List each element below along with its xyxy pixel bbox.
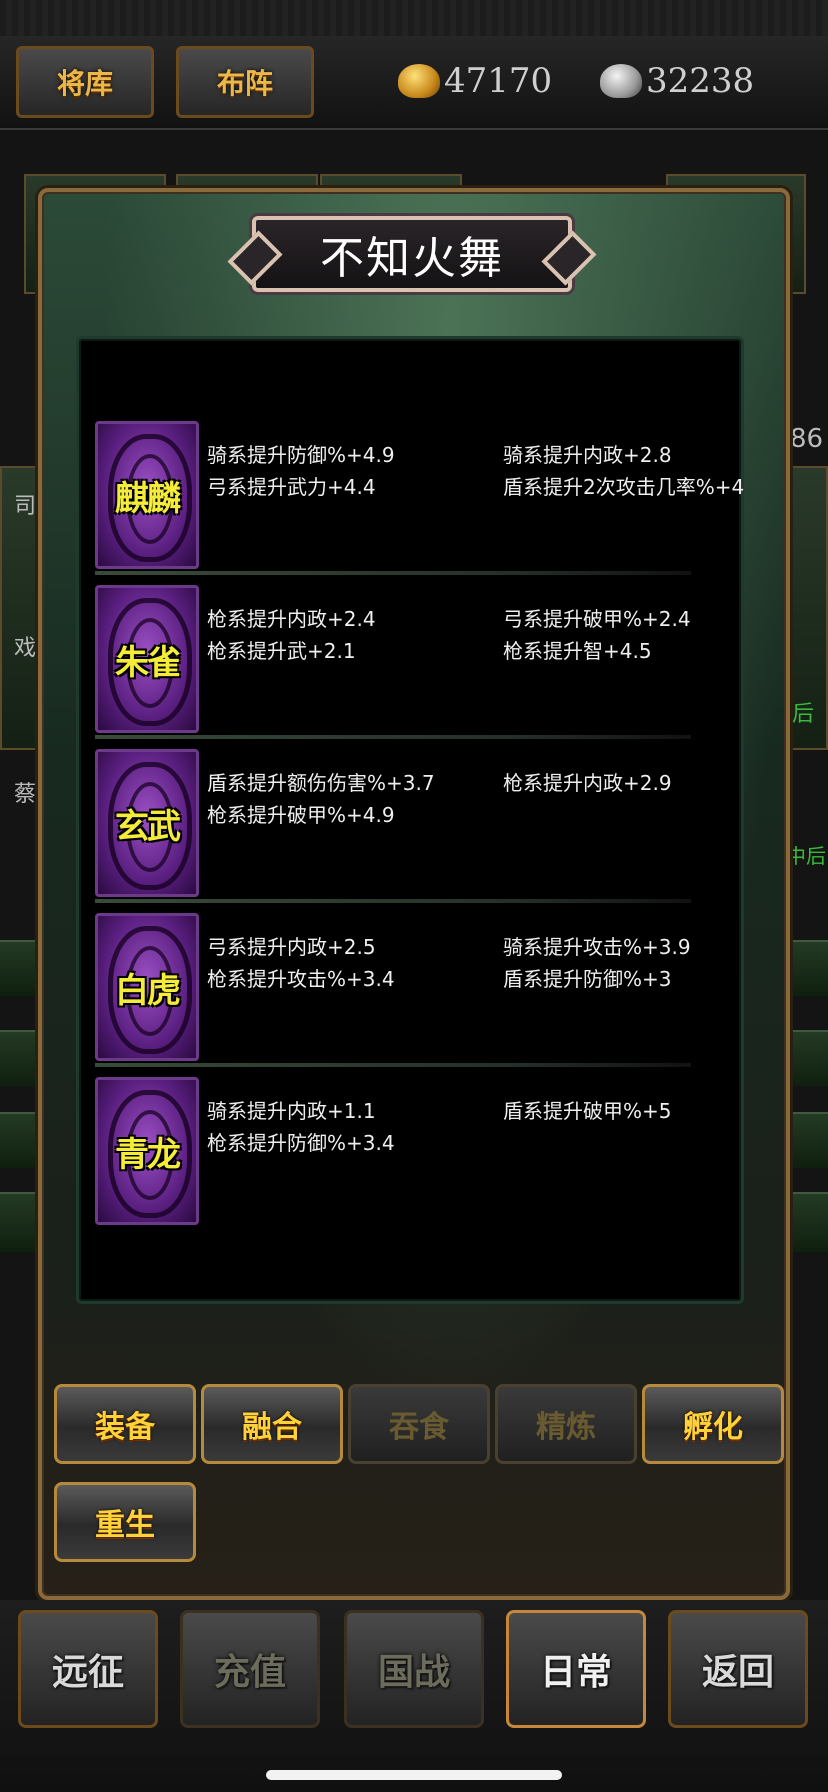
attribute-text: 枪系提升内政+2.4 [207, 607, 376, 631]
attribute-text: 骑系提升内政+1.1 [207, 1099, 376, 1123]
white-tiger-emblem-icon[interactable]: 白虎 [95, 913, 199, 1061]
vermilion-bird-emblem-icon[interactable]: 朱雀 [95, 585, 199, 733]
background-text: 蔡 [14, 782, 37, 807]
attribute-text: 盾系提升破甲%+5 [503, 1099, 672, 1123]
rebirth-button[interactable]: 重生 [54, 1482, 196, 1562]
recharge-button[interactable]: 充值 [180, 1610, 320, 1728]
attribute-text: 枪系提升内政+2.9 [503, 771, 672, 795]
nation-war-button[interactable]: 国战 [344, 1610, 484, 1728]
background-text: 戏 [14, 636, 37, 661]
azure-dragon-emblem-icon[interactable]: 青龙 [95, 1077, 199, 1225]
attribute-text: 弓系提升武力+4.4 [207, 475, 376, 499]
emblem-label: 朱雀 [115, 642, 181, 683]
list-item: 白虎 弓系提升内政+2.5 骑系提升攻击%+3.9 枪系提升攻击%+3.4 盾系… [95, 899, 691, 1067]
attribute-text: 枪系提升武+2.1 [207, 639, 356, 663]
gold-amount: 47170 [444, 61, 553, 101]
qilin-emblem-icon[interactable]: 麒麟 [95, 421, 199, 569]
fuse-button[interactable]: 融合 [201, 1384, 343, 1464]
list-item: 朱雀 枪系提升内政+2.4 弓系提升破甲%+2.4 枪系提升武+2.1 枪系提升… [95, 571, 691, 739]
emblem-label: 青龙 [115, 1134, 181, 1175]
dialog-title: 不知火舞 [320, 233, 504, 284]
emblem-label: 玄武 [115, 806, 181, 847]
attribute-text: 盾系提升防御%+3 [503, 967, 672, 991]
attribute-text: 枪系提升智+4.5 [503, 639, 652, 663]
attribute-text: 枪系提升防御%+3.4 [207, 1131, 395, 1155]
devour-button[interactable]: 吞食 [348, 1384, 490, 1464]
list-item: 麒麟 骑系提升防御%+4.9 骑系提升内政+2.8 弓系提升武力+4.4 盾系提… [95, 415, 744, 575]
background-text: 后 [792, 702, 815, 727]
silver-ingot-icon [600, 64, 642, 98]
gold-ingot-icon [398, 64, 440, 98]
attribute-text: 枪系提升攻击%+3.4 [207, 967, 395, 991]
list-item: 青龙 骑系提升内政+1.1 盾系提升破甲%+5 枪系提升防御%+3.4 [95, 1063, 691, 1231]
background-text: 86 [790, 424, 824, 454]
top-bar: 将库 布阵 47170 32238 [0, 36, 828, 130]
attribute-text: 枪系提升破甲%+4.9 [207, 803, 395, 827]
formation-button[interactable]: 布阵 [176, 46, 314, 118]
attribute-text: 盾系提升2次攻击几率%+4 [503, 475, 745, 499]
attribute-text: 弓系提升破甲%+2.4 [503, 607, 691, 631]
attribute-text: 弓系提升内政+2.5 [207, 935, 376, 959]
generals-button[interactable]: 将库 [16, 46, 154, 118]
home-indicator[interactable] [266, 1770, 562, 1780]
expedition-button[interactable]: 远征 [18, 1610, 158, 1728]
attribute-text: 骑系提升攻击%+3.9 [503, 935, 691, 959]
list-item: 玄武 盾系提升额伤伤害%+3.7 枪系提升内政+2.9 枪系提升破甲%+4.9 [95, 735, 691, 903]
title-plate: 不知火舞 [252, 216, 572, 292]
hatch-button[interactable]: 孵化 [642, 1384, 784, 1464]
daily-button[interactable]: 日常 [506, 1610, 646, 1728]
background-top-strip [0, 0, 828, 36]
attribute-list[interactable]: 麒麟 骑系提升防御%+4.9 骑系提升内政+2.8 弓系提升武力+4.4 盾系提… [76, 336, 744, 1304]
detail-dialog: 不知火舞 麒麟 骑系提升防御%+4.9 骑系提升内政+2.8 弓系提升武力+4.… [38, 188, 790, 1600]
silver-amount: 32238 [646, 61, 755, 101]
back-button[interactable]: 返回 [668, 1610, 808, 1728]
attribute-text: 骑系提升内政+2.8 [503, 443, 672, 467]
background-text: 中后 [786, 844, 826, 868]
gold-currency: 47170 [398, 56, 552, 106]
silver-currency: 32238 [600, 56, 754, 106]
black-tortoise-emblem-icon[interactable]: 玄武 [95, 749, 199, 897]
emblem-label: 白虎 [115, 970, 181, 1011]
bottom-nav: 远征 充值 国战 日常 返回 [0, 1600, 828, 1792]
emblem-label: 麒麟 [115, 478, 181, 519]
refine-button[interactable]: 精炼 [495, 1384, 637, 1464]
equip-button[interactable]: 装备 [54, 1384, 196, 1464]
attribute-text: 盾系提升额伤伤害%+3.7 [207, 771, 435, 795]
background-text: 司 [14, 494, 37, 519]
attribute-text: 骑系提升防御%+4.9 [207, 443, 395, 467]
